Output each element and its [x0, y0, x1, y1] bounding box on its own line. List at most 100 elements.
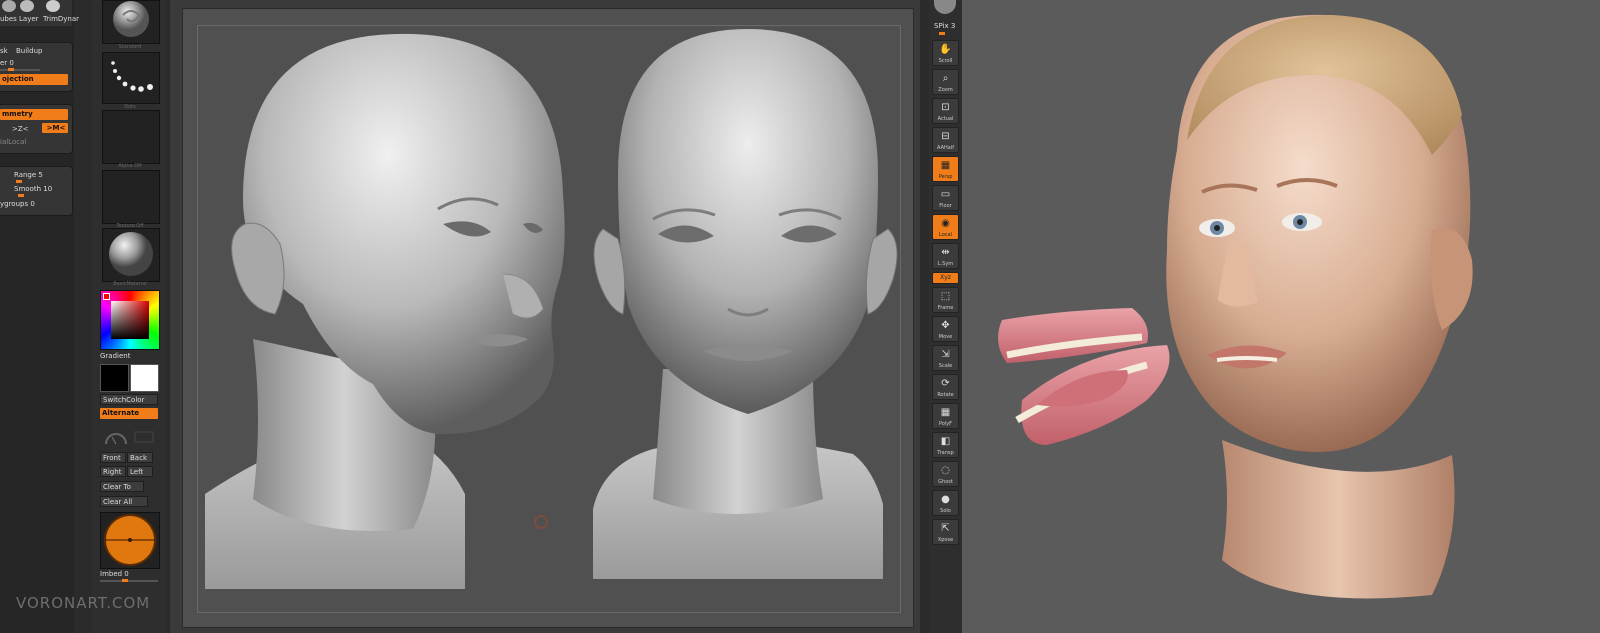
alternate-toggle[interactable]: Alternate [100, 408, 158, 419]
layer-slider[interactable] [0, 69, 40, 71]
toolbar-transp-button[interactable]: ◧ Transp [932, 432, 959, 458]
dots-stroke-icon [111, 61, 153, 92]
trimdynamic-brush-icon[interactable] [46, 0, 60, 12]
toolbar-button-label: AAHalf [937, 145, 954, 151]
smooth-slider-knob[interactable] [18, 194, 24, 197]
imbed-value[interactable]: Imbed 0 [100, 570, 129, 578]
toolbar-button-label: Persp [938, 174, 953, 180]
toolbar-xpose-button[interactable]: ⇱ Xpose [932, 519, 959, 545]
toolbar-button-label: Scale [938, 363, 953, 369]
magnifier-icon: ⌕ [942, 73, 949, 84]
brush-label-trimdynamic[interactable]: TrimDynar [43, 15, 79, 23]
axis-m-toggle[interactable]: >M< [42, 123, 68, 133]
view-right-button[interactable]: Right [100, 466, 126, 477]
material-label: BasicMaterial [113, 281, 147, 287]
brush-size-preview[interactable] [100, 512, 160, 569]
view-left-button[interactable]: Left [127, 466, 153, 477]
range-value[interactable]: Range 5 [14, 171, 43, 179]
layer-brush-icon[interactable] [20, 0, 34, 12]
toolbar-button-label: Floor [939, 203, 952, 209]
toolbar-rotate-button[interactable]: ⟳ Rotate [932, 374, 959, 400]
watermark-text: VORONART.COM [16, 594, 151, 612]
toolbar-button-label: Actual [937, 116, 954, 122]
spix-slider-knob[interactable] [939, 32, 945, 35]
symmetry-toggle[interactable]: mmetry [0, 109, 68, 120]
local-symmetry-label[interactable]: ialLocal [0, 138, 26, 146]
saturation-square[interactable] [111, 301, 149, 339]
hand-icon: ✋ [939, 44, 952, 55]
document-canvas[interactable] [182, 8, 914, 628]
texture-thumbnail[interactable] [102, 170, 160, 224]
layer-slider-knob[interactable] [8, 68, 14, 71]
half-size-icon: ⊟ [941, 131, 950, 142]
toolbar-button-label: Xyz [940, 274, 951, 281]
toolbar-move-button[interactable]: ✥ Move [932, 316, 959, 342]
color-picker[interactable] [100, 290, 160, 350]
material-preview-icon[interactable] [934, 0, 956, 14]
secondary-color-swatch[interactable] [130, 364, 159, 392]
solo-icon: ● [941, 494, 950, 505]
scale-icon: ⇲ [941, 349, 950, 360]
toolbar-floor-button[interactable]: ▭ Floor [932, 185, 959, 211]
symmetry-icon: ⇹ [941, 247, 950, 258]
toolbar-scroll-button[interactable]: ✋ Scroll [932, 40, 959, 66]
range-slider-knob[interactable] [16, 180, 22, 183]
toolbar-persp-button[interactable]: ▦ Persp [932, 156, 959, 182]
ghost-icon: ◌ [941, 465, 950, 476]
symmetry-box: mmetry >Z< >M< ialLocal [0, 104, 73, 154]
buildup-toggle[interactable]: Buildup [16, 47, 42, 55]
draw-cursor-icon [534, 515, 548, 529]
mask-mode-label[interactable]: sk [0, 47, 8, 55]
three-quarter-head-sculpt[interactable] [205, 33, 565, 589]
toolbar-button-label: Transp [937, 450, 954, 456]
brush-material-column: Standard Dots Alpha Off Texture Off Basi… [92, 0, 166, 633]
spix-value[interactable]: SPix 3 [934, 22, 955, 30]
toolbar-lsym-button[interactable]: ⇹ L.Sym [932, 243, 959, 269]
brush-modifiers-box: sk Buildup er 0 ojection [0, 42, 73, 92]
color-cursor[interactable] [103, 293, 110, 300]
main-color-swatch[interactable] [100, 364, 129, 392]
toolbar-button-label: Frame [937, 305, 954, 311]
toolbar-ghost-button[interactable]: ◌ Ghost [932, 461, 959, 487]
transparency-icon: ◧ [940, 436, 951, 447]
view-back-button[interactable]: Back [127, 452, 153, 463]
toolbar-aahalf-button[interactable]: ⊟ AAHalf [932, 127, 959, 153]
toolbar-local-button[interactable]: ◉ Local [932, 214, 959, 240]
clay-tubes-icon[interactable] [2, 0, 16, 12]
sculpt-heads[interactable] [183, 9, 913, 627]
toolbar-button-label: PolyF [938, 421, 953, 427]
imbed-slider-knob[interactable] [122, 579, 128, 582]
standard-brush-thumbnail[interactable] [102, 0, 160, 44]
perspective-grid-icon: ▦ [940, 160, 951, 171]
rotate-icon: ⟳ [941, 378, 950, 389]
toolbar-actual-button[interactable]: ⊡ Actual [932, 98, 959, 124]
layer-value[interactable]: er 0 [0, 59, 14, 67]
right-view-toolbar: SPix 3 ✋ Scroll ⌕ Zoom ⊡ Actual ⊟ AAHalf ▦ Persp ▭… [929, 0, 962, 633]
toolbar-frame-button[interactable]: ⬚ Frame [932, 287, 959, 313]
front-head-sculpt[interactable] [593, 29, 898, 579]
basic-material-sphere-icon [109, 232, 153, 276]
smooth-value[interactable]: Smooth 10 [14, 185, 52, 193]
toolbar-zoom-button[interactable]: ⌕ Zoom [932, 69, 959, 95]
dots-stroke-thumbnail[interactable] [102, 52, 160, 104]
brush-label-layer[interactable]: Layer [19, 15, 39, 23]
imbed-slider[interactable] [100, 580, 158, 582]
toolbar-button-label: Rotate [937, 392, 954, 398]
material-thumbnail[interactable] [102, 228, 160, 282]
alpha-thumbnail[interactable] [102, 110, 160, 164]
toolbar-scale-button[interactable]: ⇲ Scale [932, 345, 959, 371]
toolbar-polyf-button[interactable]: ▦ PolyF [932, 403, 959, 429]
view-front-button[interactable]: Front [100, 452, 126, 463]
toolbar-button-label: Solo [940, 508, 951, 514]
projection-toggle[interactable]: ojection [0, 74, 68, 85]
view-gizmo-icon[interactable] [104, 428, 128, 446]
standard-brush-label: Standard [118, 44, 142, 50]
switch-color-button[interactable]: SwitchColor [100, 394, 158, 405]
toolbar-xyz-button[interactable]: Xyz [932, 272, 959, 284]
clear-all-button[interactable]: Clear All [100, 496, 148, 507]
toolbar-solo-button[interactable]: ● Solo [932, 490, 959, 516]
axis-z-toggle[interactable]: >Z< [12, 125, 29, 133]
clear-to-button[interactable]: Clear To [100, 481, 144, 492]
brush-label-clay[interactable]: ubes [0, 15, 17, 23]
polygroups-value[interactable]: ygroups 0 [0, 200, 35, 208]
